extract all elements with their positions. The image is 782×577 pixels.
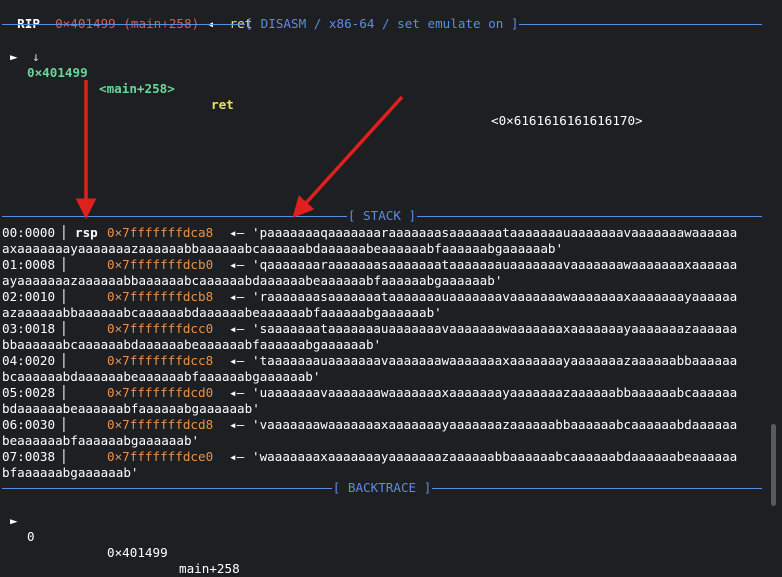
stack-separator: │ <box>60 417 68 432</box>
backtrace-index: 0 <box>27 529 35 544</box>
stack-value: 'saaaaaaataaaaaaauaaaaaaavaaaaaaawaaaaaa… <box>252 321 738 336</box>
stack-value-continued: bcaaaaaabdaaaaaabeaaaaaabfaaaaaabgaaaaaa… <box>2 369 321 384</box>
stack-value-continued: ayaaaaaaazaaaaaabbaaaaaabcaaaaaabdaaaaaa… <box>2 273 503 288</box>
down-arrow-icon: ↓ <box>32 49 40 64</box>
stack-value: 'waaaaaaaxaaaaaaayaaaaaaazaaaaaabbaaaaaa… <box>252 449 738 464</box>
stack-separator: │ <box>60 225 68 240</box>
stack-value: 'vaaaaaaawaaaaaaaxaaaaaaayaaaaaaazaaaaaa… <box>252 417 738 432</box>
stack-address: 0×7fffffffdcd8 <box>107 417 214 432</box>
stack-rule-right <box>417 215 762 217</box>
stack-address: 0×7fffffffdca8 <box>107 225 214 240</box>
stack-value-continued: bfaaaaaabgaaaaaab' <box>2 465 139 480</box>
stack-title: [ STACK ] <box>347 208 417 223</box>
stack-separator: │ <box>60 353 68 368</box>
stack-register: rsp <box>75 225 98 240</box>
stack-offset: 06:0030 <box>2 417 56 432</box>
stack-offset: 03:0018 <box>2 321 56 336</box>
stack-value-continued: azaaaaaabbaaaaaabcaaaaaabdaaaaaabeaaaaaa… <box>2 305 442 320</box>
stack-address: 0×7fffffffdcc8 <box>107 353 214 368</box>
annotation-arrow-value <box>292 95 404 218</box>
stack-separator: │ <box>60 257 68 272</box>
stack-arrow: ◂— <box>229 353 245 368</box>
backtrace-row[interactable]: ► 0 0×401499 main+258 <box>2 497 240 577</box>
stack-arrow: ◂— <box>229 385 245 400</box>
current-marker-icon: ► <box>10 49 18 64</box>
stack-offset: 00:0000 <box>2 225 56 240</box>
stack-address: 0×7fffffffdcb8 <box>107 289 214 304</box>
stack-arrow: ◂— <box>229 417 245 432</box>
stack-address: 0×7fffffffdcd0 <box>107 385 214 400</box>
stack-arrow: ◂— <box>229 289 245 304</box>
stack-value-continued: bdaaaaaabeaaaaaabfaaaaaabgaaaaaab' <box>2 401 260 416</box>
stack-separator: │ <box>60 289 68 304</box>
backtrace-address: 0×401499 <box>107 545 168 560</box>
scrollbar[interactable] <box>771 424 776 506</box>
disasm-header: [ DISASM / x86-64 / set emulate on ] <box>2 16 762 32</box>
backtrace-rule-left <box>2 487 332 489</box>
stack-value: 'taaaaaaauaaaaaaavaaaaaaawaaaaaaaxaaaaaa… <box>252 353 738 368</box>
disasm-rule-right <box>519 23 762 25</box>
stack-arrow: ◂— <box>229 321 245 336</box>
stack-address: 0×7fffffffdce0 <box>107 449 214 464</box>
disasm-symbol: <main+258> <box>99 81 175 96</box>
stack-offset: 01:0008 <box>2 257 56 272</box>
backtrace-header: [ BACKTRACE ] <box>2 480 763 496</box>
stack-value-continued: axaaaaaaayaaaaaaazaaaaaabbaaaaaabcaaaaaa… <box>2 241 564 256</box>
stack-separator: │ <box>60 449 68 464</box>
stack-value: 'qaaaaaaaraaaaaaasaaaaaaataaaaaaauaaaaaa… <box>252 257 738 272</box>
disasm-row[interactable]: ► 0×401499 <main+258> ret <0×61616161616… <box>2 33 643 129</box>
stack-value: 'raaaaaaasaaaaaaataaaaaaauaaaaaaavaaaaaa… <box>252 289 738 304</box>
disasm-target: <0×6161616161616170> <box>491 113 643 128</box>
stack-arrow: ◂— <box>229 449 245 464</box>
stack-value: 'uaaaaaaavaaaaaaawaaaaaaaxaaaaaaayaaaaaa… <box>252 385 738 400</box>
backtrace-rule-right <box>432 487 763 489</box>
stack-address: 0×7fffffffdcc0 <box>107 321 214 336</box>
stack-value-continued: beaaaaaabfaaaaaabgaaaaaab' <box>2 433 200 448</box>
backtrace-symbol: main+258 <box>179 561 240 576</box>
disasm-instruction: ret <box>211 97 234 112</box>
stack-offset: 07:0038 <box>2 449 56 464</box>
stack-header: [ STACK ] <box>2 208 762 224</box>
stack-offset: 05:0028 <box>2 385 56 400</box>
stack-separator: │ <box>60 321 68 336</box>
disasm-rule-left <box>2 23 245 25</box>
stack-separator: │ <box>60 385 68 400</box>
stack-address: 0×7fffffffdcb0 <box>107 257 214 272</box>
stack-value-continued: bbaaaaaabcaaaaaabdaaaaaabeaaaaaabfaaaaaa… <box>2 337 382 352</box>
disasm-title: [ DISASM / x86-64 / set emulate on ] <box>245 16 519 31</box>
stack-value: 'paaaaaaaqaaaaaaaraaaaaaasaaaaaaataaaaaa… <box>252 225 738 240</box>
backtrace-marker-icon: ► <box>10 513 18 528</box>
stack-arrow: ◂— <box>229 257 245 272</box>
disasm-address: 0×401499 <box>27 65 88 80</box>
stack-offset: 02:0010 <box>2 289 56 304</box>
stack-offset: 04:0020 <box>2 353 56 368</box>
backtrace-title: [ BACKTRACE ] <box>332 480 432 495</box>
stack-arrow: ◂— <box>229 225 245 240</box>
stack-rule-left <box>2 215 347 217</box>
